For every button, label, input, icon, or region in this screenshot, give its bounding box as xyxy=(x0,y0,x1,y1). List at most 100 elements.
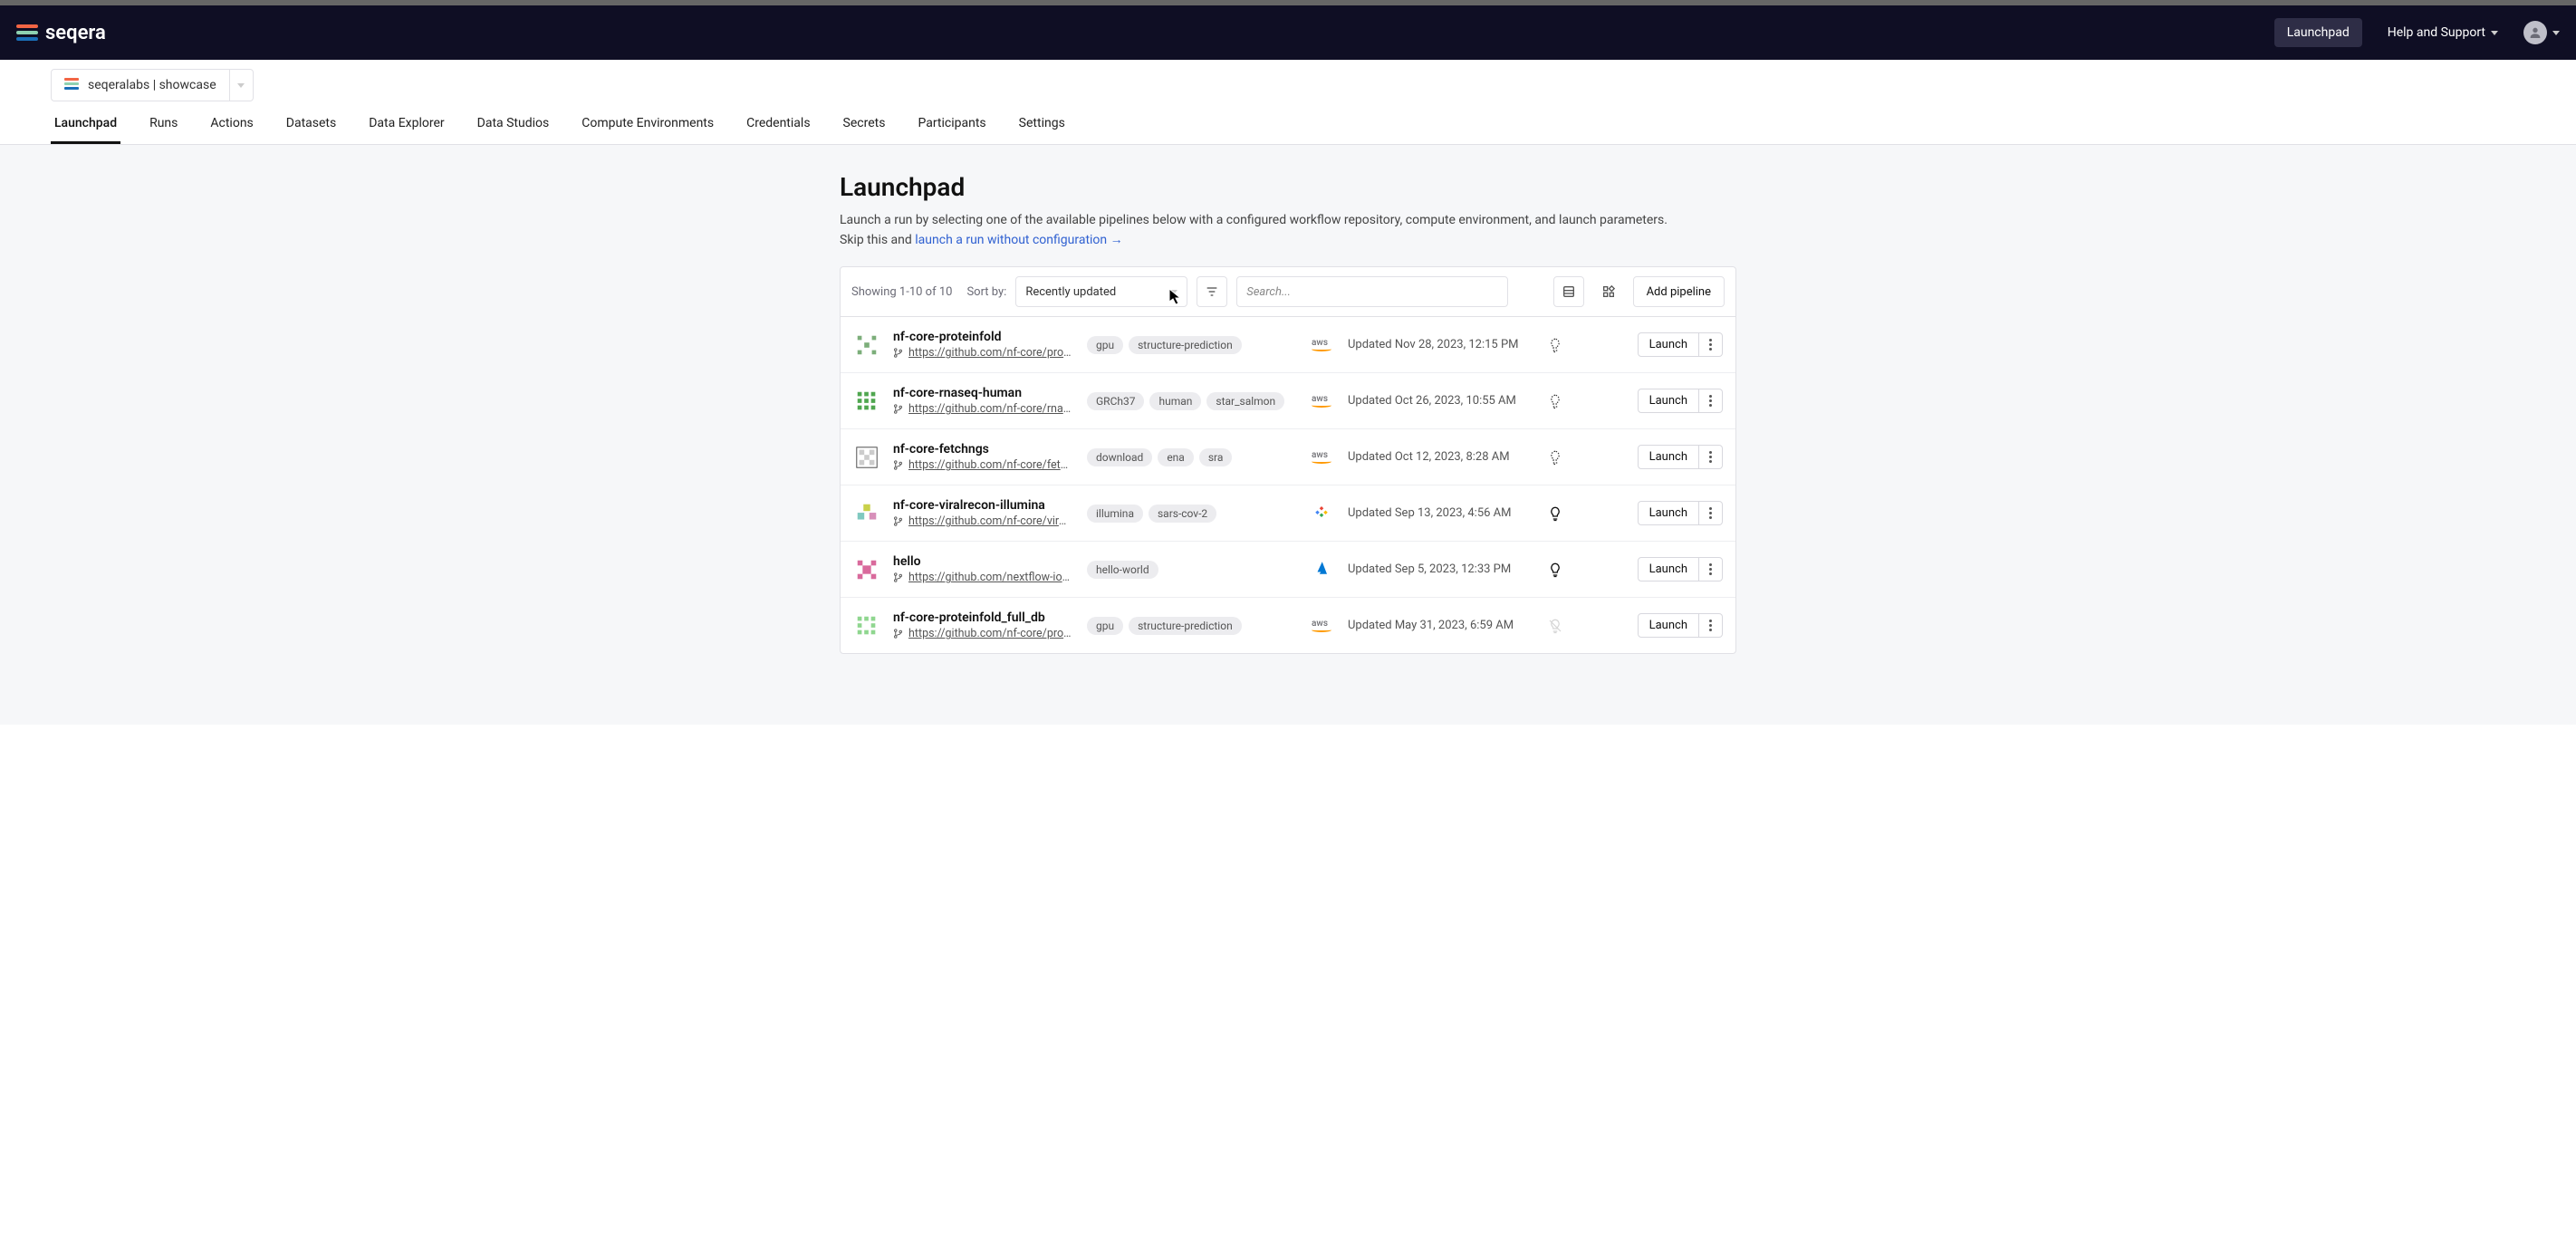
pipeline-tag: gpu xyxy=(1087,336,1123,354)
lightbulb-icon xyxy=(1547,505,1563,522)
pipeline-identicon xyxy=(853,388,880,415)
grid-view-toggle[interactable] xyxy=(1593,276,1624,307)
workspace-dropdown-toggle[interactable] xyxy=(229,70,253,101)
pipeline-tag: structure-prediction xyxy=(1129,336,1242,354)
pipeline-name[interactable]: nf-core-viralrecon-illumina xyxy=(893,498,1074,513)
pipeline-more-button[interactable] xyxy=(1699,445,1723,469)
pipeline-tag: GRCh37 xyxy=(1087,392,1144,410)
launch-button[interactable]: Launch xyxy=(1638,613,1699,638)
tab-credentials[interactable]: Credentials xyxy=(743,116,813,144)
pipeline-more-button[interactable] xyxy=(1699,613,1723,638)
pipeline-tags: illuminasars-cov-2 xyxy=(1087,505,1295,523)
search-input[interactable] xyxy=(1236,276,1508,307)
pipeline-repo-link[interactable]: https://github.com/nf-core/viralre… xyxy=(908,514,1072,528)
brand-logo[interactable]: seqera xyxy=(16,22,106,44)
launch-without-config-link[interactable]: launch a run without configuration xyxy=(915,233,1107,247)
pipeline-name[interactable]: nf-core-fetchngs xyxy=(893,442,1074,457)
tab-settings[interactable]: Settings xyxy=(1015,116,1069,144)
pipeline-row: nf-core-fetchngshttps://github.com/nf-co… xyxy=(841,429,1735,485)
user-menu[interactable] xyxy=(2523,21,2560,44)
pipeline-row: nf-core-proteinfold https://github.com/nf… xyxy=(841,317,1735,373)
pipeline-name[interactable]: nf-core-rnaseq-human xyxy=(893,386,1074,400)
nav-launchpad-button[interactable]: Launchpad xyxy=(2274,18,2362,47)
git-branch-icon xyxy=(893,347,903,359)
pipeline-name[interactable]: nf-core-proteinfold xyxy=(893,330,1074,344)
gcp-icon xyxy=(1313,504,1330,524)
lightbulb-icon xyxy=(1547,562,1563,578)
pipeline-repo-link[interactable]: https://github.com/nf-core/protei… xyxy=(908,627,1072,640)
pipeline-row: nf-core-proteinfold_full_db https://githu… xyxy=(841,598,1735,653)
pipeline-repo-link[interactable]: https://github.com/nf-core/protei… xyxy=(908,346,1072,360)
tab-participants[interactable]: Participants xyxy=(914,116,989,144)
workspace-selector[interactable]: seqeralabs | showcase xyxy=(51,69,254,101)
pipeline-updated: Updated Sep 5, 2023, 12:33 PM xyxy=(1348,562,1529,576)
lightbulb-dotted-icon xyxy=(1547,449,1563,466)
pipeline-name[interactable]: nf-core-proteinfold_full_db xyxy=(893,610,1074,625)
arrow-right-icon: → xyxy=(1110,233,1123,247)
aws-icon: aws xyxy=(1312,450,1331,464)
brand-name: seqera xyxy=(45,22,106,44)
launch-button[interactable]: Launch xyxy=(1638,332,1699,357)
tab-datasets[interactable]: Datasets xyxy=(283,116,340,144)
tab-data-explorer[interactable]: Data Explorer xyxy=(365,116,447,144)
lightbulb-disabled-icon xyxy=(1547,618,1563,634)
tab-secrets[interactable]: Secrets xyxy=(840,116,889,144)
nav-help-label: Help and Support xyxy=(2388,25,2485,40)
pipeline-tags: gpu structure-prediction xyxy=(1087,336,1295,354)
git-branch-icon xyxy=(893,403,903,415)
tab-data-studios[interactable]: Data Studios xyxy=(474,116,553,144)
page-description: Launch a run by selecting one of the ava… xyxy=(840,211,1736,250)
pipeline-repo-link[interactable]: https://github.com/nf-core/fetchn… xyxy=(908,458,1072,472)
pipeline-more-button[interactable] xyxy=(1699,389,1723,413)
sort-dropdown[interactable]: Recently updated xyxy=(1015,276,1187,307)
pipeline-updated: Updated May 31, 2023, 6:59 AM xyxy=(1348,619,1529,632)
chevron-down-icon xyxy=(237,83,245,88)
azure-icon xyxy=(1313,560,1330,580)
launch-button[interactable]: Launch xyxy=(1638,557,1699,581)
nav-help-dropdown[interactable]: Help and Support xyxy=(2388,25,2498,40)
workspace-name: seqeralabs | showcase xyxy=(88,78,216,92)
pipeline-tag: gpu xyxy=(1087,617,1123,635)
skip-prefix: Skip this and xyxy=(840,233,915,247)
sort-by-label: Sort by: xyxy=(966,285,1006,299)
pipeline-repo-link[interactable]: https://github.com/nextflow-io/hello xyxy=(908,571,1072,584)
git-branch-icon xyxy=(893,628,903,639)
pipeline-tags: hello-world xyxy=(1087,561,1295,579)
pipeline-more-button[interactable] xyxy=(1699,332,1723,357)
pipeline-more-button[interactable] xyxy=(1699,501,1723,525)
pipelines-card: Showing 1-10 of 10 Sort by: Recently upd… xyxy=(840,266,1736,654)
page-description-text: Launch a run by selecting one of the ava… xyxy=(840,213,1668,227)
pipeline-tag: human xyxy=(1149,392,1201,410)
pipeline-tags: downloadenasra xyxy=(1087,448,1295,466)
pipeline-more-button[interactable] xyxy=(1699,557,1723,581)
pipeline-tag: structure-prediction xyxy=(1129,617,1242,635)
list-icon xyxy=(1562,284,1576,299)
launch-button[interactable]: Launch xyxy=(1638,389,1699,413)
tab-runs[interactable]: Runs xyxy=(146,116,181,144)
pipeline-identicon xyxy=(853,556,880,583)
aws-icon: aws xyxy=(1312,394,1331,408)
aws-icon: aws xyxy=(1312,619,1331,632)
tab-actions[interactable]: Actions xyxy=(207,116,256,144)
chevron-down-icon xyxy=(1170,290,1177,294)
pipeline-identicon xyxy=(853,332,880,359)
pipeline-tag: download xyxy=(1087,448,1152,466)
launch-button[interactable]: Launch xyxy=(1638,445,1699,469)
tab-compute-environments[interactable]: Compute Environments xyxy=(578,116,717,144)
list-view-toggle[interactable] xyxy=(1553,276,1584,307)
filter-icon xyxy=(1205,284,1219,299)
add-pipeline-button[interactable]: Add pipeline xyxy=(1633,276,1725,307)
git-branch-icon xyxy=(893,572,903,583)
filter-button[interactable] xyxy=(1197,276,1227,307)
pipeline-name[interactable]: hello xyxy=(893,554,1074,569)
pipeline-identicon xyxy=(853,500,880,527)
launch-button[interactable]: Launch xyxy=(1638,501,1699,525)
tab-launchpad[interactable]: Launchpad xyxy=(51,116,120,144)
avatar-icon xyxy=(2523,21,2547,44)
pipelines-toolbar: Showing 1-10 of 10 Sort by: Recently upd… xyxy=(841,267,1735,317)
chevron-down-icon xyxy=(2491,31,2498,35)
pipeline-tags: GRCh37humanstar_salmon xyxy=(1087,392,1295,410)
pipeline-updated: Updated Sep 13, 2023, 4:56 AM xyxy=(1348,506,1529,520)
git-branch-icon xyxy=(893,515,903,527)
pipeline-repo-link[interactable]: https://github.com/nf-core/rnaseq xyxy=(908,402,1072,416)
